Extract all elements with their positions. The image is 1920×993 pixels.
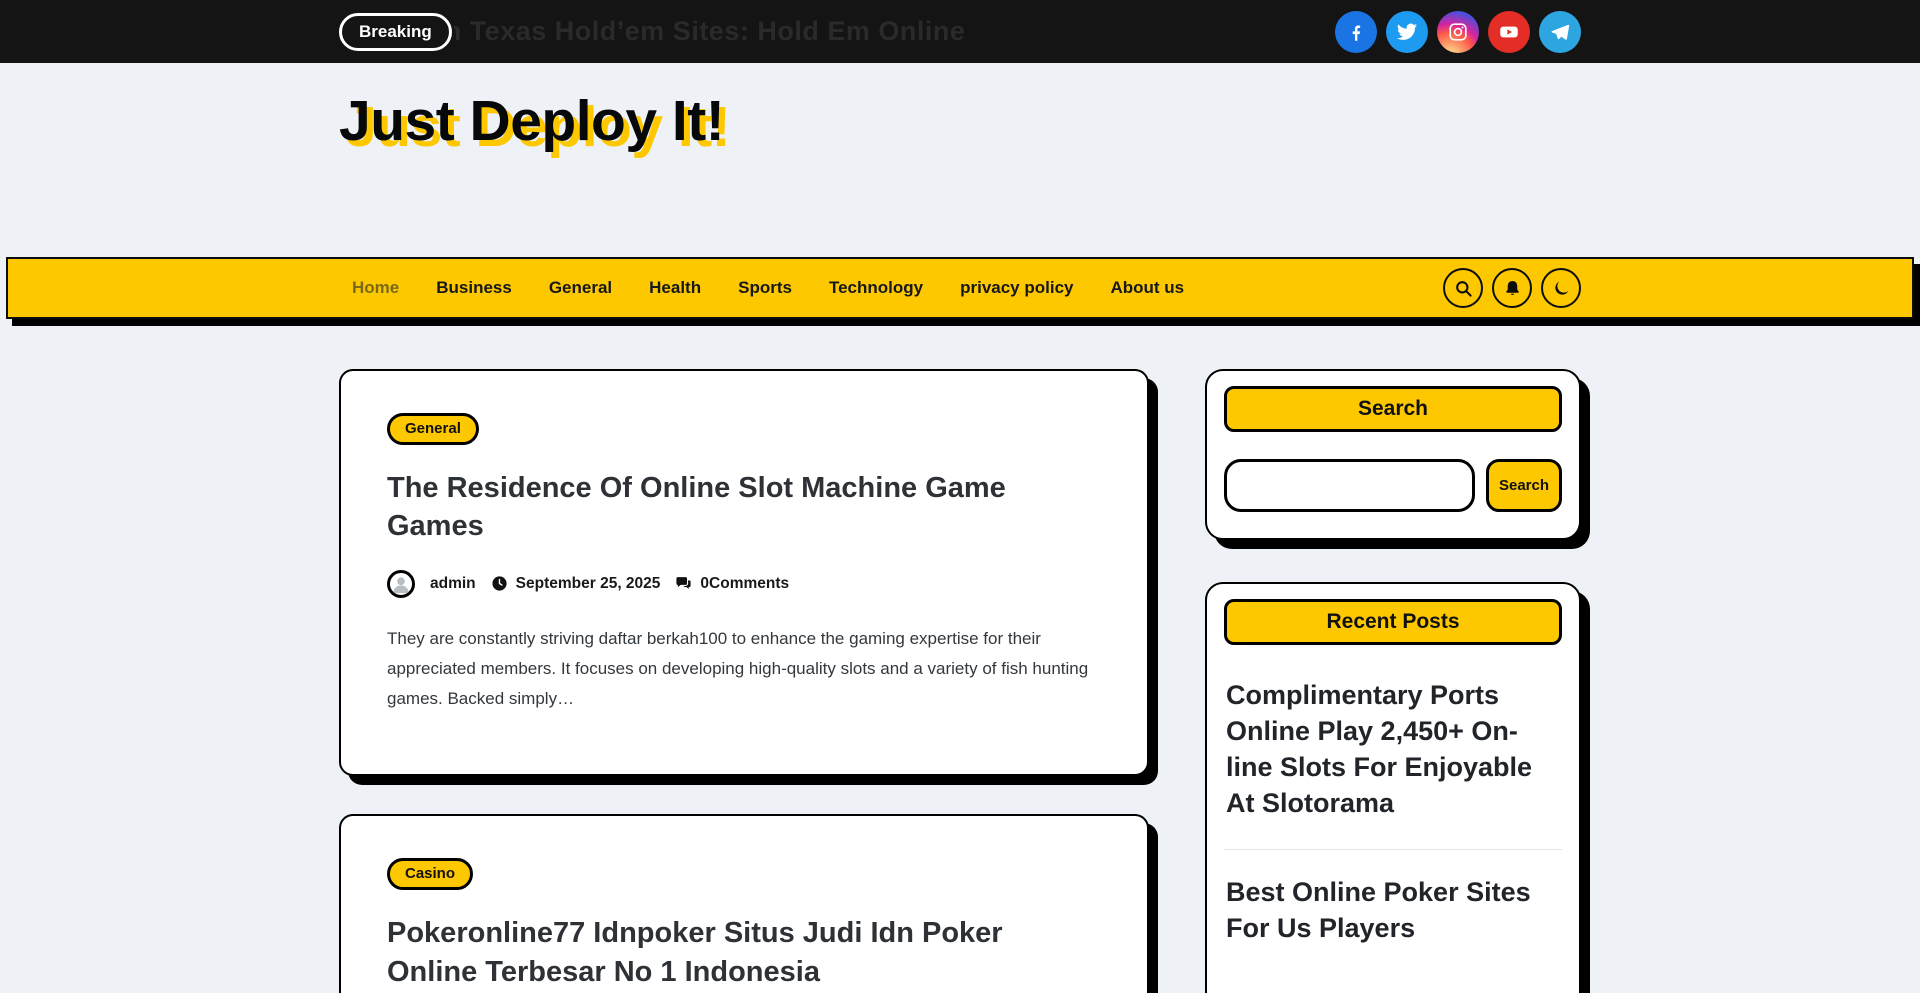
nav-item-sports[interactable]: Sports — [738, 278, 792, 298]
search-widget: Search Search — [1205, 369, 1581, 540]
nav-item-home[interactable]: Home — [352, 278, 399, 298]
twitter-icon — [1396, 21, 1418, 43]
avatar — [387, 570, 415, 598]
recent-posts-title: Recent Posts — [1224, 599, 1562, 645]
dark-mode-toggle[interactable] — [1541, 268, 1581, 308]
sidebar: Search Search Recent Posts Complimentary… — [1205, 369, 1581, 993]
post-title[interactable]: The Residence Of Online Slot Machine Gam… — [387, 469, 1101, 546]
breaking-news-ticker: n Texas Hold’em Sites: Hold Em Online — [454, 12, 1315, 52]
recent-post-link[interactable]: Best Online Poker Sites For Us Players — [1224, 849, 1562, 974]
post-excerpt: They are constantly striving daftar berk… — [387, 624, 1101, 715]
comments-link[interactable]: 0Comments — [700, 575, 789, 593]
instagram-link[interactable] — [1437, 11, 1479, 53]
nav-item-general[interactable]: General — [549, 278, 612, 298]
post-meta: admin September 25, 2025 0Comments — [387, 570, 1101, 598]
recent-posts-list: Complimentary Ports Online Play 2,450+ O… — [1224, 653, 1562, 973]
social-links — [1335, 11, 1581, 53]
notifications-button[interactable] — [1492, 268, 1532, 308]
author-link[interactable]: admin — [430, 575, 476, 593]
post-card: Casino Pokeronline77 Idnpoker Situs Judi… — [339, 814, 1149, 993]
search-widget-title: Search — [1224, 386, 1562, 432]
twitter-link[interactable] — [1386, 11, 1428, 53]
category-badge[interactable]: General — [387, 413, 479, 445]
breaking-badge: Breaking — [339, 13, 452, 51]
comments-icon — [675, 575, 692, 592]
bell-icon — [1503, 279, 1522, 298]
post-title[interactable]: Pokeronline77 Idnpoker Situs Judi Idn Po… — [387, 914, 1087, 991]
ticker-text: n Texas Hold’em Sites: Hold Em Online — [454, 16, 966, 47]
nav-links: Home Business General Health Sports Tech… — [339, 278, 1184, 298]
facebook-icon — [1345, 21, 1367, 43]
search-toggle-button[interactable] — [1443, 268, 1483, 308]
nav-item-about-us[interactable]: About us — [1110, 278, 1184, 298]
nav-item-health[interactable]: Health — [649, 278, 701, 298]
moon-icon — [1552, 279, 1571, 298]
search-input[interactable] — [1224, 459, 1475, 512]
category-badge[interactable]: Casino — [387, 858, 473, 890]
main-navbar: Home Business General Health Sports Tech… — [6, 257, 1914, 319]
search-button[interactable]: Search — [1486, 459, 1562, 512]
youtube-link[interactable] — [1488, 11, 1530, 53]
instagram-icon — [1447, 21, 1469, 43]
search-icon — [1454, 279, 1473, 298]
posts-column: General The Residence Of Online Slot Mac… — [339, 369, 1149, 993]
topbar: Breaking n Texas Hold’em Sites: Hold Em … — [0, 0, 1920, 63]
recent-posts-widget: Recent Posts Complimentary Ports Online … — [1205, 582, 1581, 993]
telegram-icon — [1549, 21, 1571, 43]
telegram-link[interactable] — [1539, 11, 1581, 53]
post-date: September 25, 2025 — [516, 575, 661, 593]
post-card: General The Residence Of Online Slot Mac… — [339, 369, 1149, 776]
facebook-link[interactable] — [1335, 11, 1377, 53]
clock-icon — [491, 575, 508, 592]
site-title[interactable]: Just Deploy It! — [339, 85, 759, 157]
nav-item-business[interactable]: Business — [436, 278, 512, 298]
main-content: General The Residence Of Online Slot Mac… — [0, 369, 1920, 993]
nav-item-technology[interactable]: Technology — [829, 278, 923, 298]
recent-post-link[interactable]: Complimentary Ports Online Play 2,450+ O… — [1224, 653, 1562, 849]
youtube-icon — [1498, 21, 1520, 43]
site-header: Just Deploy It! — [0, 63, 1920, 257]
nav-item-privacy-policy[interactable]: privacy policy — [960, 278, 1073, 298]
